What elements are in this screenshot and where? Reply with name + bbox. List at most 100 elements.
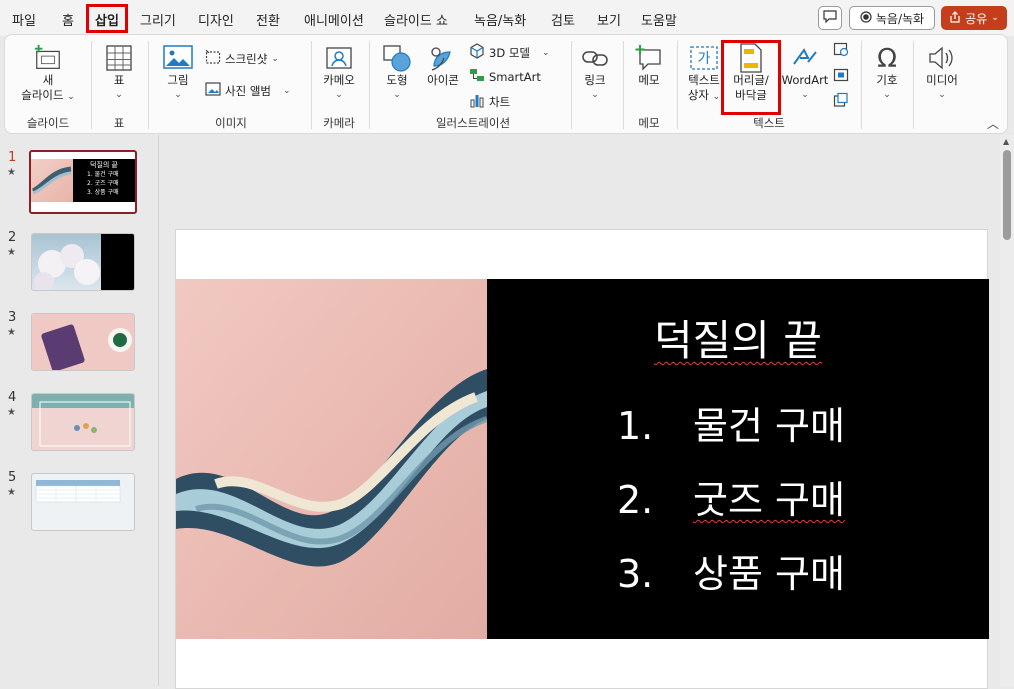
slide-list-item-3[interactable]: 3. 상품 구매 (617, 543, 845, 598)
tab-help[interactable]: 도움말 (641, 10, 677, 29)
icons-button[interactable]: 아이콘 (423, 43, 463, 88)
table-icon (104, 43, 134, 73)
group-separator (369, 41, 370, 129)
picture-button[interactable]: 그림 ⌄ (157, 43, 199, 103)
picture-label: 그림 (167, 73, 189, 87)
slide-list-item-1[interactable]: 1. 물건 구매 (617, 395, 845, 450)
link-button[interactable]: 링크 ⌄ (577, 43, 613, 103)
tab-record[interactable]: 녹음/녹화 (474, 10, 526, 29)
link-label: 링크 (584, 73, 606, 87)
photo-album-icon (205, 81, 221, 100)
textbox-label-2: 상자 (687, 88, 709, 102)
thumb-number: 2 (8, 230, 17, 245)
comment-insert-button[interactable]: 메모 (629, 43, 669, 88)
tab-slideshow[interactable]: 슬라이드 쇼 (384, 10, 448, 29)
list-item-text: 굿즈 구매 (693, 478, 845, 522)
comment-insert-label: 메모 (638, 73, 660, 87)
smartart-button[interactable]: SmartArt (469, 67, 541, 86)
date-time-button[interactable] (833, 41, 849, 60)
wordart-button[interactable]: WordArt ⌄ (779, 43, 831, 103)
share-icon (949, 10, 961, 26)
list-item-number: 2. (617, 478, 654, 522)
group-separator (623, 41, 624, 129)
record-button[interactable]: 녹음/녹화 (849, 6, 935, 30)
tab-home[interactable]: 홈 (62, 10, 74, 29)
object-button[interactable] (833, 92, 849, 111)
slide-list-item-2[interactable]: 2. 굿즈 구매 (617, 469, 845, 524)
wordart-icon (790, 43, 820, 73)
group-separator (913, 41, 914, 129)
table-label: 표 (113, 73, 125, 87)
record-icon (860, 10, 872, 26)
svg-text:가: 가 (698, 51, 711, 67)
slide-image[interactable] (176, 279, 487, 639)
tab-view[interactable]: 보기 (597, 10, 621, 29)
cameo-button[interactable]: 카메오 ⌄ (317, 43, 361, 103)
calendar-clock-icon (833, 41, 849, 60)
photo-album-label: 사진 앨범 (225, 83, 271, 98)
slide-number-icon (833, 67, 849, 86)
group-separator (571, 41, 572, 129)
symbols-button[interactable]: Ω 기호 ⌄ (867, 43, 907, 103)
group-label-tables: 표 (113, 116, 125, 130)
ribbon-wave-image (176, 279, 487, 639)
cube-icon (469, 43, 485, 62)
icons-icon (428, 43, 458, 73)
textbox-button[interactable]: 가 텍스트 상자 ⌄ (683, 43, 725, 105)
slide-text-panel: 덕질의 끝 1. 물건 구매 2. 굿즈 구매 3. 상품 구매 (487, 279, 989, 639)
new-slide-button[interactable]: 새 슬라이드 ⌄ (17, 43, 79, 105)
tab-design[interactable]: 디자인 (198, 10, 234, 29)
share-button[interactable]: 공유 ⌄ (941, 6, 1007, 30)
chart-icon (469, 92, 485, 111)
comment-icon (823, 10, 837, 26)
collapse-ribbon-icon[interactable]: ︿ (987, 115, 999, 132)
tab-review[interactable]: 검토 (551, 10, 575, 29)
animation-star-icon: ★ (7, 167, 16, 178)
group-separator (91, 41, 92, 129)
new-slide-label-1: 새 (42, 73, 54, 87)
slide-thumbnail-5[interactable] (31, 473, 135, 531)
tab-draw[interactable]: 그리기 (140, 10, 176, 29)
slide-number-button[interactable] (833, 67, 849, 86)
slide-thumbnail-2[interactable] (31, 233, 135, 291)
list-item-text: 물건 구매 (693, 404, 845, 448)
comment-button[interactable] (818, 6, 842, 30)
3d-models-button[interactable]: 3D 모델 ⌄ (469, 43, 550, 62)
tab-transitions[interactable]: 전환 (256, 10, 280, 29)
tab-file[interactable]: 파일 (12, 10, 36, 29)
scrollbar-thumb[interactable] (1003, 150, 1011, 240)
group-label-comments: 메모 (638, 116, 660, 130)
chart-button[interactable]: 차트 (469, 92, 510, 111)
slide-title[interactable]: 덕질의 끝 (487, 307, 989, 368)
book-coffee-image (41, 324, 132, 370)
table-button[interactable]: 표 ⌄ (99, 43, 139, 103)
textbox-label-1: 텍스트 (688, 73, 720, 87)
thumb-item: 3. 상품 구매 (87, 189, 119, 196)
scroll-up-icon[interactable]: ▲ (1003, 137, 1009, 146)
screenshot-button[interactable]: 스크린샷 ⌄ (205, 49, 279, 68)
new-slide-icon (33, 43, 63, 73)
slide-canvas[interactable]: 덕질의 끝 1. 물건 구매 2. 굿즈 구매 3. 상품 구매 (175, 229, 989, 689)
pane-divider (158, 135, 159, 686)
textbox-icon: 가 (689, 43, 719, 73)
table-image (35, 480, 121, 503)
slide-thumbnail-3[interactable] (31, 313, 135, 371)
smartart-icon (469, 67, 485, 86)
cameo-icon (324, 43, 354, 73)
chart-label: 차트 (489, 94, 511, 109)
slide-thumbnail-1[interactable]: 덕질의 끝 1. 물건 구매 2. 굿즈 구매 3. 상품 구매 (29, 150, 137, 214)
list-item-text: 상품 구매 (693, 552, 845, 596)
slide-thumbnail-4[interactable] (31, 393, 135, 451)
picture-icon (163, 43, 193, 73)
tab-animations[interactable]: 애니메이션 (304, 10, 364, 29)
wordart-label: WordArt (781, 73, 829, 87)
insert-tab-highlight (86, 4, 128, 33)
photo-album-button[interactable]: 사진 앨범 ⌄ (205, 81, 291, 100)
media-button[interactable]: 미디어 ⌄ (919, 43, 965, 103)
thumb-item: 1. 물건 구매 (87, 171, 119, 178)
link-icon (580, 43, 610, 73)
cameo-label: 카메오 (323, 73, 355, 87)
group-label-illustrations: 일러스트레이션 (435, 116, 511, 130)
shapes-button[interactable]: 도형 ⌄ (377, 43, 417, 103)
thumb-number: 4 (8, 390, 17, 405)
